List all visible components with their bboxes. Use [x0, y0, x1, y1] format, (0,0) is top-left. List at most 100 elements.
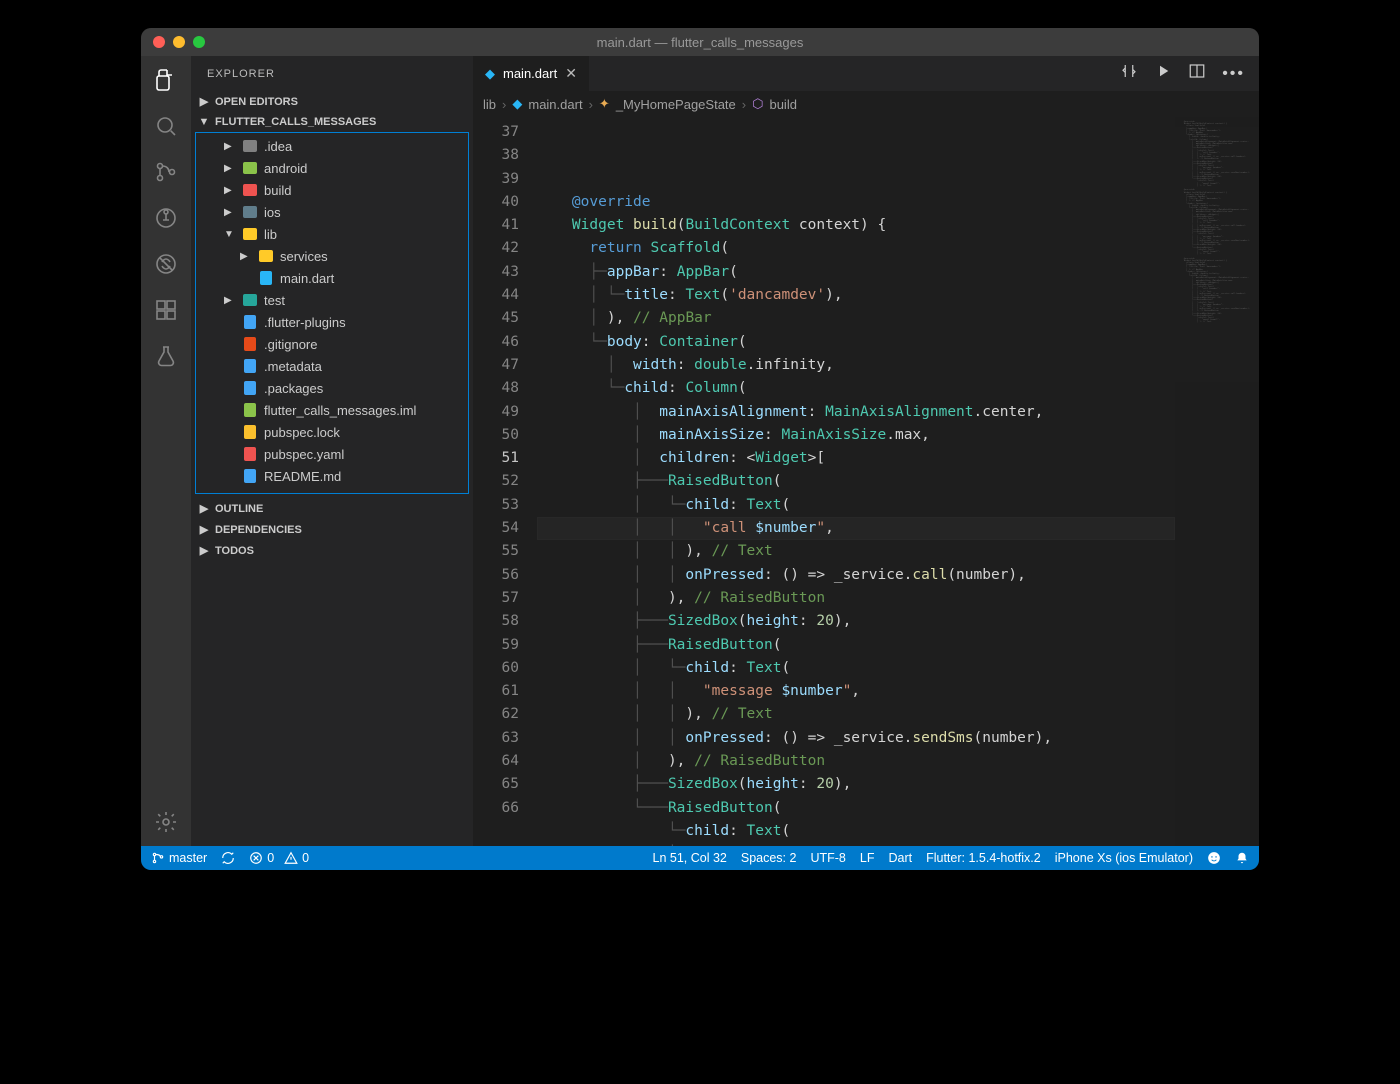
feedback-icon[interactable]: [1207, 851, 1221, 865]
bug-off-icon[interactable]: [152, 250, 180, 278]
folder-lib[interactable]: ▼lib: [196, 223, 468, 245]
code-line[interactable]: ├───RaisedButton(: [537, 470, 1175, 493]
run-icon[interactable]: [1154, 62, 1172, 85]
settings-icon[interactable]: [152, 808, 180, 836]
tree-item-label: .flutter-plugins: [264, 315, 346, 330]
folder-services[interactable]: ▶services: [196, 245, 468, 267]
folder-ios[interactable]: ▶ios: [196, 201, 468, 223]
section-open-editors[interactable]: ▶OPEN EDITORS: [191, 91, 473, 112]
source-control-icon[interactable]: [152, 158, 180, 186]
indent[interactable]: Spaces: 2: [741, 851, 797, 865]
breadcrumb-folder[interactable]: lib: [483, 97, 496, 112]
code-line[interactable]: │ │ onPressed: () => _service.sendSms(nu…: [537, 727, 1175, 750]
breadcrumb-method[interactable]: build: [769, 97, 796, 112]
explorer-icon[interactable]: [152, 66, 180, 94]
tab-bar: ◆ main.dart ✕ •••: [473, 56, 1259, 91]
folder-android[interactable]: ▶android: [196, 157, 468, 179]
breadcrumb-class[interactable]: _MyHomePageState: [616, 97, 736, 112]
test-icon[interactable]: [152, 342, 180, 370]
breadcrumbs[interactable]: lib › ◆ main.dart › ✦ _MyHomePageState ›…: [473, 91, 1259, 117]
tree-item-label: .packages: [264, 381, 323, 396]
code-line[interactable]: └───RaisedButton(: [537, 797, 1175, 820]
code-line[interactable]: │ ), // RaisedButton: [537, 750, 1175, 773]
sync-button[interactable]: [221, 851, 235, 865]
code-line[interactable]: ├─appBar: AppBar(: [537, 261, 1175, 284]
text-editor[interactable]: 3738394041424344454647484950515253545556…: [473, 117, 1259, 846]
code-line[interactable]: │ └─child: Text(: [537, 657, 1175, 680]
folder-.idea[interactable]: ▶.idea: [196, 135, 468, 157]
code-line[interactable]: │ │ "message $number",: [537, 680, 1175, 703]
editor-actions: •••: [1120, 56, 1259, 91]
code-line[interactable]: │ mainAxisAlignment: MainAxisAlignment.c…: [537, 401, 1175, 424]
code-line[interactable]: │ ), // RaisedButton: [537, 587, 1175, 610]
encoding[interactable]: UTF-8: [810, 851, 845, 865]
folder-icon: [242, 138, 258, 154]
section-project[interactable]: ▼FLUTTER_CALLS_MESSAGES: [191, 112, 473, 132]
compare-icon[interactable]: [1120, 62, 1138, 85]
code-line[interactable]: │ children: <Widget>[: [537, 447, 1175, 470]
file-main.dart[interactable]: main.dart: [196, 267, 468, 289]
bell-icon[interactable]: [1235, 851, 1249, 865]
section-outline[interactable]: ▶OUTLINE: [191, 498, 473, 519]
code-line[interactable]: └─body: Container(: [537, 331, 1175, 354]
file-.flutter-plugins[interactable]: .flutter-plugins: [196, 311, 468, 333]
project-label: FLUTTER_CALLS_MESSAGES: [215, 116, 376, 128]
code-line[interactable]: │ │ ), // Text: [537, 540, 1175, 563]
git-branch[interactable]: master: [151, 851, 207, 865]
code-line[interactable]: │ width: double.infinity,: [537, 354, 1175, 377]
eol[interactable]: LF: [860, 851, 875, 865]
code-line[interactable]: @override: [537, 191, 1175, 214]
search-icon[interactable]: [152, 112, 180, 140]
code-line[interactable]: │ │ "call $number",: [537, 517, 1175, 540]
code-line[interactable]: │ └─title: Text('dancamdev'),: [537, 284, 1175, 307]
dependencies-label: DEPENDENCIES: [215, 524, 302, 536]
file-README.md[interactable]: README.md: [196, 465, 468, 487]
file-icon: [242, 358, 258, 374]
problems[interactable]: 0 0: [249, 851, 309, 865]
code-line[interactable]: │ mainAxisSize: MainAxisSize.max,: [537, 424, 1175, 447]
tab-main-dart[interactable]: ◆ main.dart ✕: [473, 56, 590, 91]
file-.gitignore[interactable]: .gitignore: [196, 333, 468, 355]
code-line[interactable]: │ └─child: Text(: [537, 494, 1175, 517]
more-icon[interactable]: •••: [1222, 65, 1245, 83]
code-line[interactable]: └─child: Column(: [537, 377, 1175, 400]
code-line[interactable]: return Scaffold(: [537, 237, 1175, 260]
flutter-version[interactable]: Flutter: 1.5.4-hotfix.2: [926, 851, 1041, 865]
code-line[interactable]: Widget build(BuildContext context) {: [537, 214, 1175, 237]
file-pubspec.yaml[interactable]: pubspec.yaml: [196, 443, 468, 465]
code-line[interactable]: ├───SizedBox(height: 20),: [537, 773, 1175, 796]
titlebar[interactable]: main.dart — flutter_calls_messages: [141, 28, 1259, 56]
file-flutter_calls_messages.iml[interactable]: flutter_calls_messages.iml: [196, 399, 468, 421]
language-mode[interactable]: Dart: [888, 851, 912, 865]
cursor-position[interactable]: Ln 51, Col 32: [653, 851, 727, 865]
section-dependencies[interactable]: ▶DEPENDENCIES: [191, 519, 473, 540]
chevron-right-icon: ›: [742, 97, 746, 112]
code-line[interactable]: ├───SizedBox(height: 20),: [537, 610, 1175, 633]
extensions-icon[interactable]: [152, 296, 180, 324]
window-title: main.dart — flutter_calls_messages: [141, 35, 1259, 50]
editor-group: ◆ main.dart ✕ ••• lib › ◆ main.dart › ✦: [473, 56, 1259, 846]
folder-build[interactable]: ▶build: [196, 179, 468, 201]
file-.metadata[interactable]: .metadata: [196, 355, 468, 377]
class-icon: ✦: [599, 96, 610, 112]
folder-test[interactable]: ▶test: [196, 289, 468, 311]
folder-icon: [242, 292, 258, 308]
activity-bar: [141, 56, 191, 846]
code-line[interactable]: ├───RaisedButton(: [537, 634, 1175, 657]
file-.packages[interactable]: .packages: [196, 377, 468, 399]
code-line[interactable]: │ "email $email",: [537, 843, 1175, 846]
minimap[interactable]: @override Widget build(BuildContext cont…: [1175, 117, 1259, 846]
split-editor-icon[interactable]: [1188, 62, 1206, 85]
device-selector[interactable]: iPhone Xs (ios Emulator): [1055, 851, 1193, 865]
debug-icon[interactable]: [152, 204, 180, 232]
code-line[interactable]: └─child: Text(: [537, 820, 1175, 843]
todos-label: TODOS: [215, 545, 254, 557]
breadcrumb-file[interactable]: main.dart: [528, 97, 582, 112]
code-line[interactable]: │ │ onPressed: () => _service.call(numbe…: [537, 564, 1175, 587]
code-line[interactable]: │ ), // AppBar: [537, 307, 1175, 330]
section-todos[interactable]: ▶TODOS: [191, 540, 473, 561]
file-pubspec.lock[interactable]: pubspec.lock: [196, 421, 468, 443]
code-content[interactable]: 💡 @override Widget build(BuildContext co…: [537, 117, 1175, 846]
close-tab-icon[interactable]: ✕: [565, 65, 577, 82]
code-line[interactable]: │ │ ), // Text: [537, 703, 1175, 726]
